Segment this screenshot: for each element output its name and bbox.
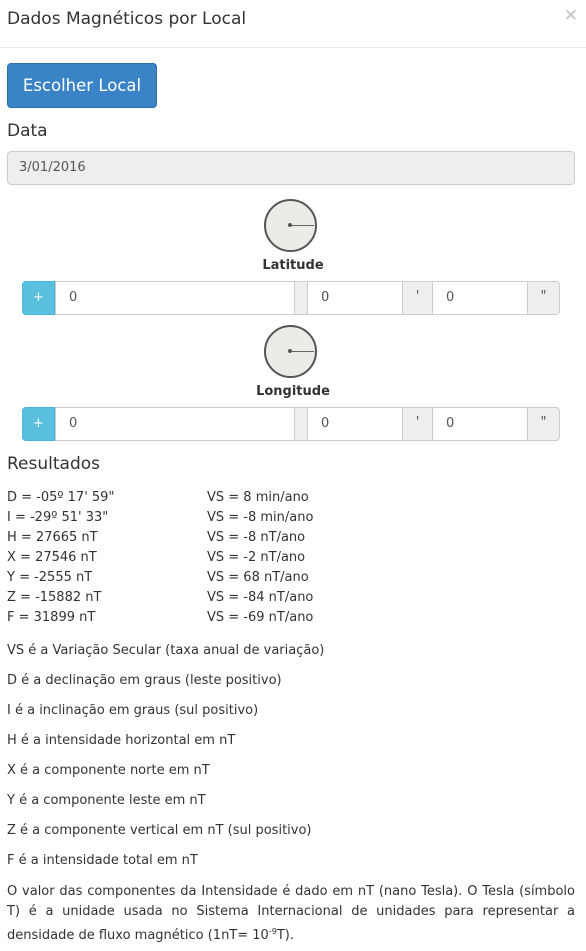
latitude-input-group: + 0 º 0 ' 0 " [22, 281, 560, 315]
variation-vertical: VS = -84 nT/ano [207, 590, 314, 605]
results-values-column: D = -05º 17' 59" I = -29º 51' 33" H = 27… [7, 488, 114, 628]
note-i: I é a inclinação em graus (sul positivo) [7, 703, 259, 718]
result-inclination: I = -29º 51' 33" [7, 510, 109, 525]
dial-hand [290, 224, 314, 226]
modal-header: Dados Magnéticos por Local × [0, 0, 586, 48]
longitude-minutes-input[interactable]: 0 [307, 407, 403, 441]
dial-center [288, 223, 292, 227]
units-explanation: O valor das componentes da Intensidade é… [7, 882, 575, 946]
note-z: Z é a componente vertical em nT (sul pos… [7, 823, 312, 838]
result-horizontal: H = 27665 nT [7, 530, 98, 545]
variation-total: VS = -69 nT/ano [207, 610, 314, 625]
note-f: F é a intensidade total em nT [7, 853, 198, 868]
result-east: Y = -2555 nT [7, 570, 93, 585]
longitude-sign-button[interactable]: + [22, 407, 55, 441]
modal-title: Dados Magnéticos por Local [7, 9, 247, 29]
latitude-minutes-input[interactable]: 0 [307, 281, 403, 315]
variation-east: VS = 68 nT/ano [207, 570, 309, 585]
units-exponent: -9 [268, 927, 277, 936]
choose-location-button[interactable]: Escolher Local [7, 63, 157, 108]
result-total: F = 31899 nT [7, 610, 96, 625]
note-y: Y é a componente leste em nT [7, 793, 206, 808]
variation-north: VS = -2 nT/ano [207, 550, 306, 565]
longitude-seconds-input[interactable]: 0 [432, 407, 528, 441]
longitude-input-group: + 0 º 0 ' 0 " [22, 407, 560, 441]
latitude-dial-icon[interactable] [264, 199, 317, 252]
note-x: X é a componente norte em nT [7, 763, 210, 778]
note-h: H é a intensidade horizontal em nT [7, 733, 236, 748]
seconds-symbol: " [527, 407, 560, 441]
note-vs: VS é a Variação Secular (taxa anual de v… [7, 643, 325, 658]
minutes-symbol: ' [402, 407, 433, 441]
latitude-degrees-input[interactable]: 0 [55, 281, 295, 315]
date-field[interactable]: 3/01/2016 [7, 151, 575, 185]
longitude-dial-icon[interactable] [264, 325, 317, 378]
date-label: Data [7, 121, 48, 141]
latitude-seconds-input[interactable]: 0 [432, 281, 528, 315]
seconds-symbol: " [527, 281, 560, 315]
result-north: X = 27546 nT [7, 550, 97, 565]
latitude-sign-button[interactable]: + [22, 281, 55, 315]
dial-hand [290, 350, 314, 352]
result-vertical: Z = -15882 nT [7, 590, 102, 605]
variation-inclination: VS = -8 min/ano [207, 510, 314, 525]
variation-declination: VS = 8 min/ano [207, 490, 309, 505]
longitude-label: Longitude [256, 384, 330, 399]
dial-center [288, 349, 292, 353]
results-title: Resultados [7, 454, 100, 474]
variation-horizontal: VS = -8 nT/ano [207, 530, 306, 545]
results-variation-column: VS = 8 min/ano VS = -8 min/ano VS = -8 n… [207, 488, 313, 628]
minutes-symbol: ' [402, 281, 433, 315]
note-d: D é a declinação em graus (leste positiv… [7, 673, 282, 688]
latitude-label: Latitude [262, 258, 324, 273]
result-declination: D = -05º 17' 59" [7, 490, 115, 505]
units-text-end: T). [276, 928, 294, 943]
longitude-degrees-input[interactable]: 0 [55, 407, 295, 441]
close-icon[interactable]: × [564, 5, 578, 25]
